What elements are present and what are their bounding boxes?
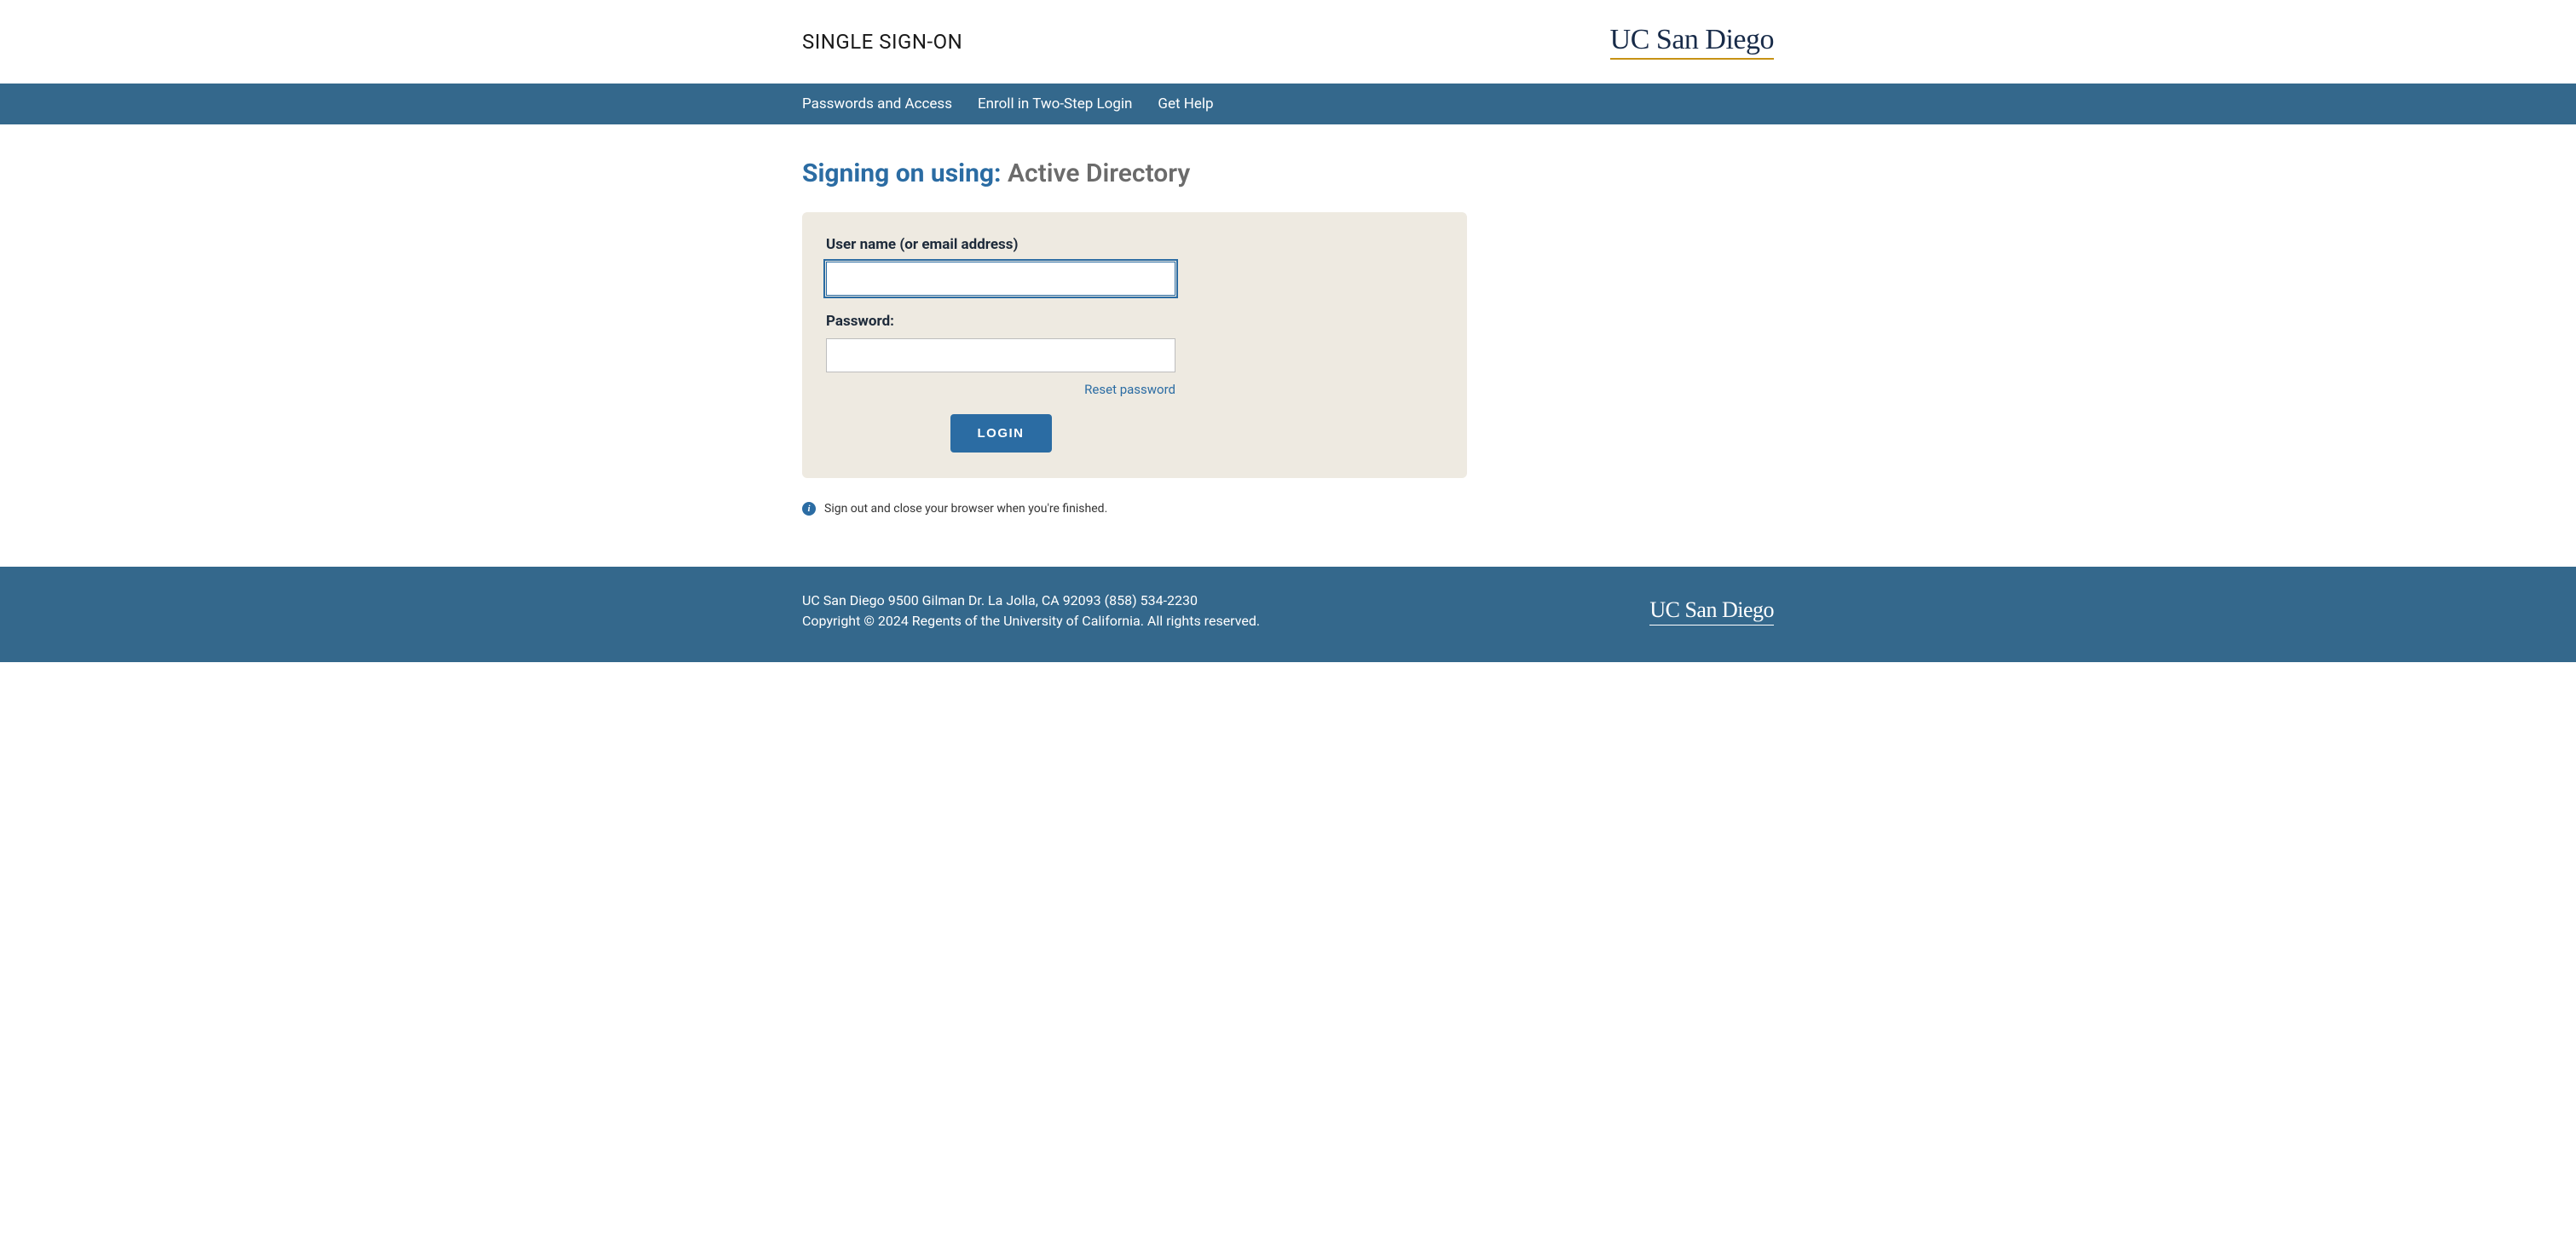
username-input[interactable] [826,262,1175,296]
heading-prefix: Signing on using: [802,159,1001,188]
nav-link-enroll-two-step[interactable]: Enroll in Two-Step Login [978,95,1132,112]
top-header: SINGLE SIGN-ON UC San Diego [0,0,2576,84]
footer-copyright: Copyright © 2024 Regents of the Universi… [802,611,1260,631]
login-card: User name (or email address) Password: R… [802,212,1467,478]
username-group: User name (or email address) [826,236,1443,296]
password-input[interactable] [826,338,1175,372]
info-icon: i [802,502,816,516]
password-group: Password: [826,313,1443,372]
reset-link-wrap: Reset password [826,381,1175,397]
ucsd-logo: UC San Diego [1610,24,1774,60]
footer-text: UC San Diego 9500 Gilman Dr. La Jolla, C… [802,591,1260,631]
info-note: i Sign out and close your browser when y… [802,502,1774,516]
signing-on-heading: Signing on using: Active Directory [802,159,1774,188]
page-title: SINGLE SIGN-ON [802,30,962,54]
nav-link-get-help[interactable]: Get Help [1158,95,1213,112]
footer-address: UC San Diego 9500 Gilman Dr. La Jolla, C… [802,591,1260,611]
nav-link-passwords[interactable]: Passwords and Access [802,95,952,112]
heading-service: Active Directory [1008,159,1190,188]
password-label: Password: [826,313,1443,330]
info-note-text: Sign out and close your browser when you… [824,502,1107,516]
main-content: Signing on using: Active Directory User … [0,124,2576,550]
login-button[interactable]: LOGIN [950,414,1052,453]
nav-bar: Passwords and Access Enroll in Two-Step … [0,84,2576,124]
footer: UC San Diego 9500 Gilman Dr. La Jolla, C… [0,567,2576,662]
footer-ucsd-logo: UC San Diego [1649,597,1774,626]
username-label: User name (or email address) [826,236,1443,253]
login-button-wrap: LOGIN [826,414,1175,453]
reset-password-link[interactable]: Reset password [1084,382,1175,397]
